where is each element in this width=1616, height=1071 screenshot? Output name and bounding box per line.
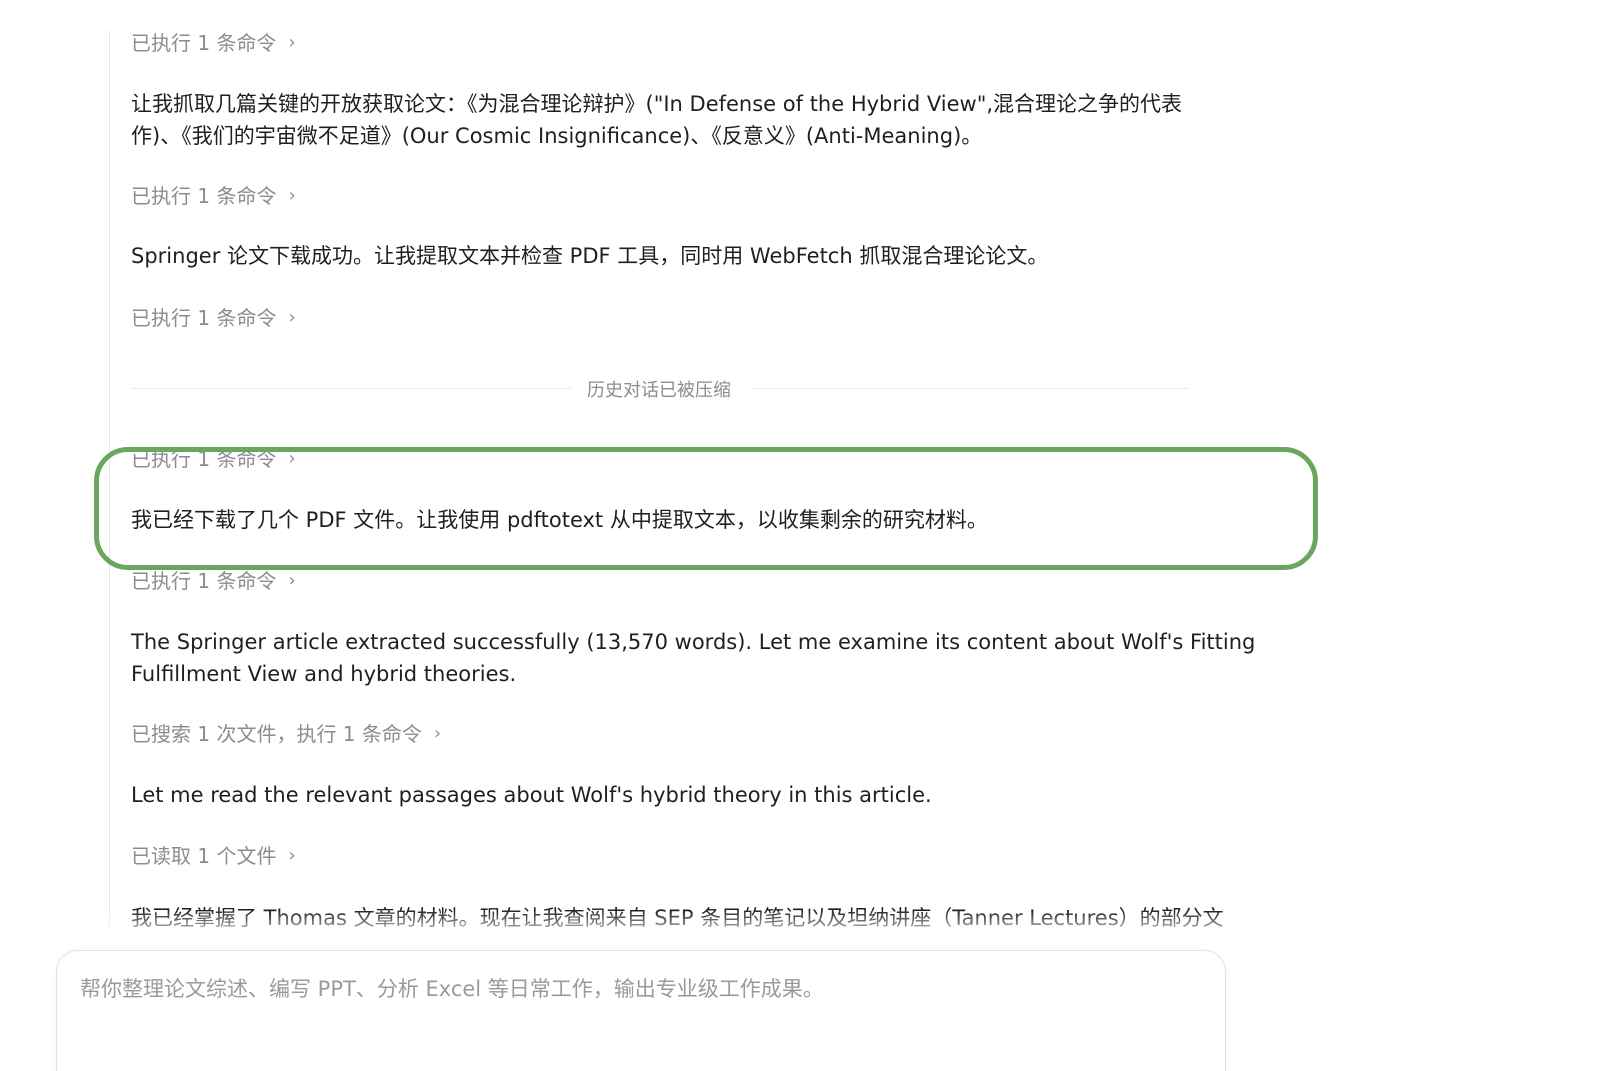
chevron-right-icon: › bbox=[288, 32, 296, 53]
step-collapsed-4[interactable]: 已执行 1 条命令 › bbox=[131, 443, 296, 477]
thread-line bbox=[109, 30, 110, 940]
history-compressed-divider: 历史对话已被压缩 bbox=[131, 374, 1189, 404]
divider-rule-right bbox=[751, 388, 1189, 389]
prompt-input[interactable] bbox=[80, 973, 1190, 1063]
assistant-message-line: 我已经下载了几个 PDF 文件。让我使用 pdftotext 从中提取文本，以收… bbox=[131, 508, 988, 532]
chevron-right-icon: › bbox=[433, 723, 442, 744]
step-label: 已执行 1 条命令 bbox=[131, 306, 277, 330]
step-label: 已执行 1 条命令 bbox=[131, 569, 277, 593]
scroll-fade bbox=[0, 910, 1616, 940]
assistant-message-line: Let me read the relevant passages about … bbox=[131, 783, 932, 807]
step-collapsed-7[interactable]: 已读取 1 个文件 › bbox=[131, 840, 296, 874]
step-label: 已读取 1 个文件 bbox=[131, 844, 277, 868]
assistant-message-line: Springer 论文下载成功。让我提取文本并检查 PDF 工具，同时用 Web… bbox=[131, 244, 1049, 268]
assistant-message-line: The Springer article extracted successfu… bbox=[131, 630, 1256, 654]
chevron-right-icon: › bbox=[288, 448, 296, 469]
chevron-right-icon: › bbox=[288, 845, 296, 866]
step-collapsed-5[interactable]: 已执行 1 条命令 › bbox=[131, 565, 296, 599]
chevron-right-icon: › bbox=[288, 185, 296, 206]
step-collapsed-3[interactable]: 已执行 1 条命令 › bbox=[131, 302, 296, 336]
step-collapsed-2[interactable]: 已执行 1 条命令 › bbox=[131, 180, 296, 214]
chevron-right-icon: › bbox=[288, 570, 296, 591]
step-collapsed-6[interactable]: 已搜索 1 次文件，执行 1 条命令 › bbox=[131, 718, 441, 752]
divider-label: 历史对话已被压缩 bbox=[587, 380, 731, 401]
step-label: 已执行 1 条命令 bbox=[131, 184, 277, 208]
step-label: 已执行 1 条命令 bbox=[131, 31, 277, 55]
chat-composer bbox=[56, 950, 1226, 1071]
assistant-message-line: 作)、《我们的宇宙微不足道》(Our Cosmic Insignificance… bbox=[131, 124, 983, 148]
step-label: 已执行 1 条命令 bbox=[131, 447, 277, 471]
assistant-message-line: 让我抓取几篇关键的开放获取论文：《为混合理论辩护》("In Defense of… bbox=[131, 92, 1183, 116]
conversation-view: 已执行 1 条命令 › 让我抓取几篇关键的开放获取论文：《为混合理论辩护》("In… bbox=[0, 0, 1616, 1071]
chevron-right-icon: › bbox=[288, 307, 296, 328]
divider-rule-left bbox=[131, 388, 571, 389]
step-label: 已搜索 1 次文件，执行 1 条命令 bbox=[131, 722, 422, 746]
assistant-message-line: Fulfillment View and hybrid theories. bbox=[131, 662, 517, 686]
step-collapsed-1[interactable]: 已执行 1 条命令 › bbox=[131, 27, 296, 61]
